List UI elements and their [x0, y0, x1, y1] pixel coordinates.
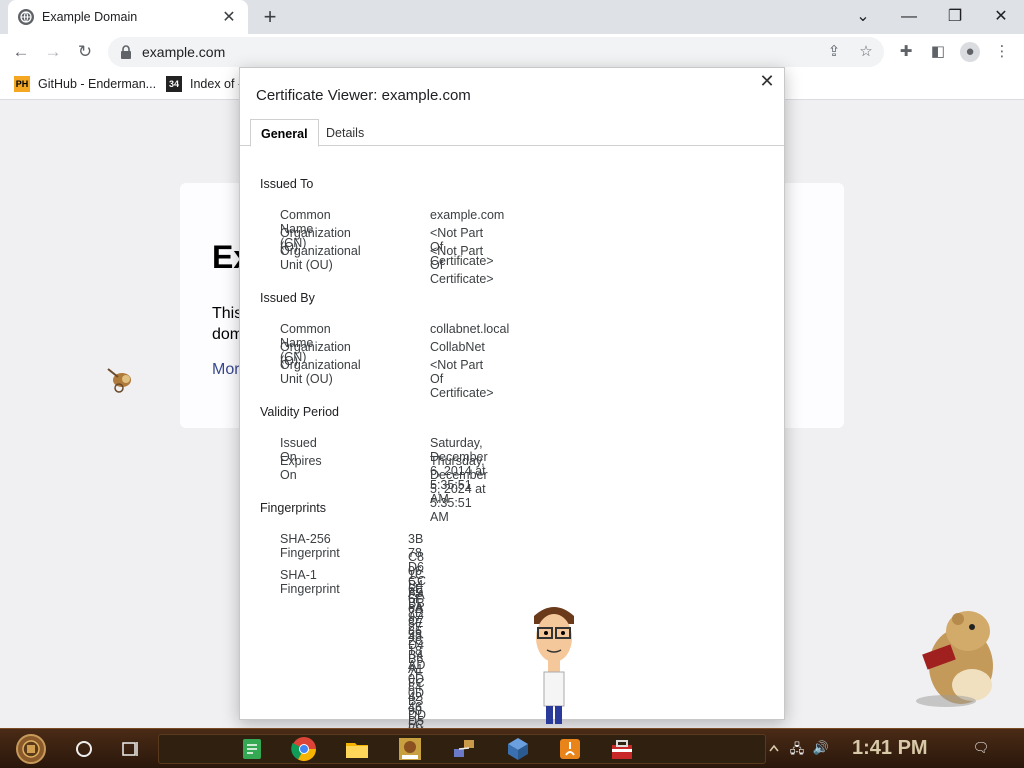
cartoon-man-sprite	[528, 602, 580, 729]
section-heading-fingerprints: Fingerprints	[260, 501, 326, 515]
certificate-viewer-dialog: Certificate Viewer: example.com ✕ Genera…	[239, 67, 785, 768]
game-app-icon[interactable]	[396, 735, 424, 763]
profile-avatar-icon[interactable]: ●	[960, 42, 980, 62]
minimize-button[interactable]: —	[886, 4, 932, 30]
bookmark-label: Index of -	[190, 77, 243, 91]
close-icon[interactable]: ✕	[758, 72, 776, 90]
browser-tab[interactable]: Example Domain ✕	[8, 0, 248, 34]
tab-search-icon[interactable]: ⌄	[840, 4, 886, 30]
blocks-app-icon[interactable]	[504, 735, 532, 763]
url-text[interactable]: example.com	[142, 44, 225, 60]
field-label: Organizational Unit (OU)	[280, 244, 361, 272]
new-tab-button[interactable]: +	[258, 5, 282, 29]
field-value: example.com	[430, 208, 505, 222]
fingerprint-value: A9 FA C7 58	[408, 586, 424, 642]
close-window-button[interactable]: ✕	[978, 4, 1024, 30]
lock-icon[interactable]	[120, 45, 132, 59]
taskbar: 🖧 🔊 1:41 PM 🗨	[0, 728, 1024, 768]
start-button[interactable]	[14, 733, 48, 765]
section-heading-issued-by: Issued By	[260, 291, 315, 305]
task-view-icon[interactable]	[116, 735, 144, 763]
file-explorer-icon[interactable]	[343, 735, 371, 763]
more-info-link[interactable]: Mor	[212, 361, 240, 379]
field-value: <Not Part Of Certificate>	[430, 358, 494, 400]
network-icon[interactable]: 🖧	[788, 740, 806, 756]
field-value: <Not Part Of Certificate>	[430, 244, 494, 286]
tab-details[interactable]: Details	[316, 119, 374, 147]
globe-icon	[18, 9, 34, 25]
browser-toolbar: ← → ↻ example.com ⇪ ☆ ✚ ◧ ● ⋮	[0, 34, 1024, 70]
flying-bug-sprite	[106, 365, 138, 400]
back-icon[interactable]: ←	[8, 39, 34, 65]
title-bar: Example Domain ✕ + ⌄ — ❐ ✕	[0, 0, 1024, 34]
chrome-icon[interactable]	[290, 735, 318, 763]
field-value: CollabNet	[430, 340, 485, 354]
java-app-icon[interactable]	[556, 735, 584, 763]
side-panel-icon[interactable]: ◧	[928, 42, 948, 62]
dialog-title: Certificate Viewer: example.com	[256, 87, 471, 104]
reload-icon[interactable]: ↻	[72, 39, 98, 65]
network-tool-icon[interactable]	[450, 735, 478, 763]
bookmark-label: GitHub - Enderman...	[38, 77, 157, 91]
extensions-icon[interactable]: ✚	[896, 42, 916, 62]
show-hidden-icons[interactable]	[768, 741, 780, 757]
cortana-icon[interactable]	[70, 735, 98, 763]
bookmark-star-icon[interactable]: ☆	[856, 42, 876, 62]
field-label: Organizational Unit (OU)	[280, 358, 361, 386]
section-heading-validity: Validity Period	[260, 405, 339, 419]
field-label: Expires On	[280, 454, 322, 482]
tab-close-icon[interactable]: ✕	[220, 7, 238, 27]
restore-button[interactable]: ❐	[932, 4, 978, 30]
notes-app-icon[interactable]	[238, 735, 266, 763]
bookmark-index[interactable]: 34 Index of -	[166, 76, 242, 92]
toolbox-app-icon[interactable]	[608, 735, 636, 763]
notifications-icon[interactable]: 🗨	[972, 740, 990, 756]
hamster-sprite	[906, 601, 1006, 716]
bookmark-favicon-icon: 34	[166, 76, 182, 92]
field-value: collabnet.local	[430, 322, 510, 336]
bookmark-favicon-icon: PH	[14, 76, 30, 92]
tab-title: Example Domain	[42, 10, 138, 24]
tab-general[interactable]: General	[250, 119, 319, 147]
field-value: Thursday, December 5, 2024 at 5:35:51 AM	[430, 454, 488, 524]
address-bar[interactable]: example.com	[108, 37, 884, 67]
paragraph-line: This	[212, 305, 243, 322]
share-icon[interactable]: ⇪	[824, 42, 844, 62]
section-heading-issued-to: Issued To	[260, 177, 314, 191]
menu-icon[interactable]: ⋮	[992, 42, 1012, 62]
forward-icon[interactable]: →	[40, 39, 66, 65]
bookmark-github[interactable]: PH GitHub - Enderman...	[14, 76, 156, 92]
dialog-tabs: General Details	[240, 118, 784, 147]
taskbar-clock[interactable]: 1:41 PM	[852, 737, 928, 760]
field-label: SHA-1 Fingerprint	[280, 568, 340, 596]
field-label: SHA-256 Fingerprint	[280, 532, 340, 560]
volume-icon[interactable]: 🔊	[812, 740, 830, 756]
